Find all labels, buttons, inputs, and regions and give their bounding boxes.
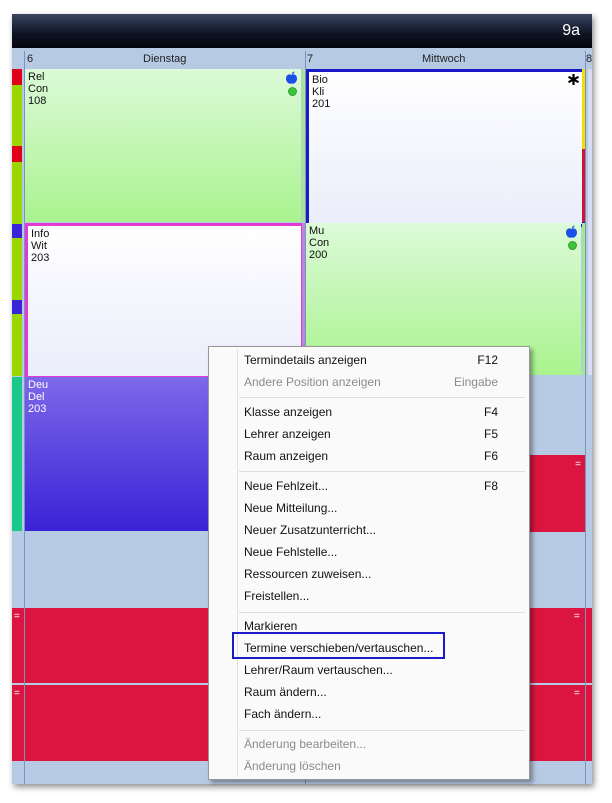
day-header: 6 Dienstag 7 Mittwoch 8: [12, 51, 592, 68]
menu-item-termine-verschieben[interactable]: Termine verschieben/vertauschen...: [244, 638, 514, 658]
lesson-teacher: Kli: [312, 86, 325, 98]
thursday-cell: [588, 69, 592, 223]
cancel-marker: =: [574, 611, 580, 622]
lesson-subject: Bio: [312, 74, 328, 86]
menu-item-aenderung-bearbeiten: Änderung bearbeiten...: [244, 737, 367, 751]
day-number-thursday: 8: [586, 53, 592, 65]
cancel-marker: =: [575, 459, 581, 470]
lesson-room: 200: [309, 249, 328, 261]
menu-separator: [239, 612, 525, 613]
menu-item-klasse-anzeigen[interactable]: Klasse anzeigen F4: [244, 402, 514, 422]
status-dot-icon: [568, 241, 577, 250]
apple-icon: [566, 225, 577, 238]
lesson-subject: Info: [31, 228, 50, 240]
day-name-tuesday: Dienstag: [143, 53, 187, 65]
menu-gutter: [237, 349, 238, 777]
menu-item-fach-aendern[interactable]: Fach ändern...: [244, 704, 514, 724]
lesson-card-rel[interactable]: Rel Con 108: [25, 69, 301, 222]
menu-item-raum-aendern[interactable]: Raum ändern...: [244, 682, 514, 702]
lesson-teacher: Wit: [31, 240, 47, 252]
apple-icon: [286, 71, 297, 84]
menu-item-termindetails[interactable]: Termindetails anzeigen F12: [244, 350, 514, 370]
lesson-teacher: Con: [28, 83, 49, 95]
status-dot-icon: [288, 87, 297, 96]
cancel-marker: =: [14, 611, 20, 622]
menu-item-ressourcen-zuweisen[interactable]: Ressourcen zuweisen...: [244, 564, 514, 584]
day-number-wednesday: 7: [307, 53, 314, 65]
menu-item-raum-anzeigen[interactable]: Raum anzeigen F6: [244, 446, 514, 466]
menu-item-neue-fehlstelle[interactable]: Neue Fehlstelle...: [244, 542, 514, 562]
menu-item-lehrer-anzeigen[interactable]: Lehrer anzeigen F5: [244, 424, 514, 444]
lesson-card-bio[interactable]: Bio Kli 201: [306, 69, 585, 227]
thursday-cell: [588, 223, 592, 375]
menu-item-neue-mitteilung[interactable]: Neue Mitteilung...: [244, 498, 514, 518]
cancel-marker: =: [14, 688, 20, 699]
menu-item-freistellen[interactable]: Freistellen...: [244, 586, 514, 606]
lesson-subject: Mu: [309, 225, 325, 237]
menu-item-neuer-zusatzunterricht[interactable]: Neuer Zusatzunterricht...: [244, 520, 514, 540]
lesson-room: 203: [31, 252, 50, 264]
asterisk-icon: [567, 74, 580, 85]
lesson-teacher: Con: [309, 237, 330, 249]
prev-day-marker: [12, 146, 22, 162]
prev-day-marker: [12, 300, 22, 314]
menu-separator: [239, 730, 525, 731]
grid-line: [585, 51, 586, 784]
prev-day-marker: [12, 224, 22, 238]
grid-line: [24, 51, 25, 784]
window-title: 9a: [562, 22, 580, 39]
prev-day-marker: [12, 69, 22, 85]
menu-item-lehrer-raum-vertauschen[interactable]: Lehrer/Raum vertauschen...: [244, 660, 514, 680]
day-number-tuesday: 6: [27, 53, 34, 65]
menu-item-neue-fehlzeit[interactable]: Neue Fehlzeit... F8: [244, 476, 514, 496]
cancel-marker: =: [574, 688, 580, 699]
lesson-subject: Rel: [28, 71, 45, 83]
lesson-room: 201: [312, 98, 331, 110]
lesson-room: 108: [28, 95, 47, 107]
day-name-wednesday: Mittwoch: [422, 53, 466, 65]
menu-separator: [239, 471, 525, 472]
menu-item-aenderung-loeschen: Änderung löschen: [244, 759, 341, 773]
menu-item-andere-position: Andere Position anzeigen Eingabe: [244, 375, 498, 389]
prev-day-strip: [12, 377, 22, 531]
menu-separator: [239, 397, 525, 398]
title-bar: 9a: [12, 14, 592, 48]
context-menu: Termindetails anzeigen F12 Andere Positio…: [208, 346, 530, 780]
